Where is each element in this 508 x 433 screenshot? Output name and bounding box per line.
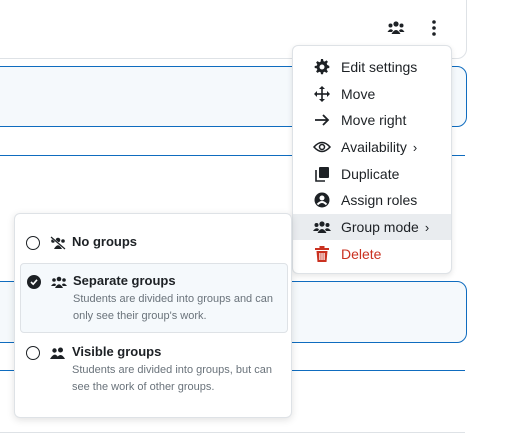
separate-groups-icon — [51, 275, 67, 289]
move-arrows-icon — [313, 85, 331, 103]
radio-button-checked[interactable] — [27, 275, 41, 289]
option-title: Visible groups — [72, 344, 162, 359]
menu-item-label: Group mode — [341, 219, 419, 235]
menu-item-label: Duplicate — [341, 166, 400, 182]
option-visible-groups[interactable]: Visible groups Students are divided into… — [20, 338, 286, 406]
action-menu: Edit settings Move Move right Availabili… — [292, 45, 452, 274]
option-title: Separate groups — [73, 273, 176, 288]
no-groups-icon — [50, 236, 66, 250]
option-separate-groups[interactable]: Separate groups Students are divided int… — [20, 263, 288, 333]
chevron-right-icon: › — [412, 139, 418, 155]
option-description: Students are divided into groups and can… — [73, 293, 273, 322]
copy-icon — [313, 165, 331, 183]
menu-item-delete[interactable]: Delete — [293, 241, 451, 267]
group-mode-menu: No groups Separate groups Students are d… — [14, 213, 292, 418]
eye-icon — [313, 138, 331, 156]
kebab-menu-icon[interactable] — [424, 18, 444, 38]
gear-icon — [313, 58, 331, 76]
menu-item-label: Delete — [341, 246, 382, 262]
menu-item-label: Move — [341, 86, 376, 102]
option-title: No groups — [72, 234, 137, 249]
group-mode-icon[interactable] — [386, 18, 406, 38]
user-circle-icon — [313, 191, 331, 209]
menu-item-move-right[interactable]: Move right — [293, 107, 451, 133]
menu-item-edit-settings[interactable]: Edit settings — [293, 54, 451, 80]
menu-item-move[interactable]: Move — [293, 81, 451, 107]
option-no-groups[interactable]: No groups — [20, 226, 286, 260]
arrow-right-icon — [313, 111, 331, 129]
menu-item-label: Assign roles — [341, 192, 418, 208]
trash-icon — [313, 245, 331, 263]
users-icon — [313, 218, 331, 236]
menu-item-label: Edit settings — [341, 59, 418, 75]
visible-groups-icon — [50, 346, 66, 360]
menu-item-label: Availability — [341, 139, 407, 155]
menu-item-availability[interactable]: Availability › — [293, 134, 451, 160]
option-description: Students are divided into groups, but ca… — [72, 364, 272, 393]
radio-button[interactable] — [26, 236, 40, 250]
menu-item-assign-roles[interactable]: Assign roles — [293, 187, 451, 213]
menu-item-duplicate[interactable]: Duplicate — [293, 161, 451, 187]
menu-item-label: Move right — [341, 112, 407, 128]
radio-button[interactable] — [26, 346, 40, 360]
chevron-right-icon: › — [424, 219, 430, 235]
menu-item-group-mode[interactable]: Group mode › — [293, 214, 451, 240]
